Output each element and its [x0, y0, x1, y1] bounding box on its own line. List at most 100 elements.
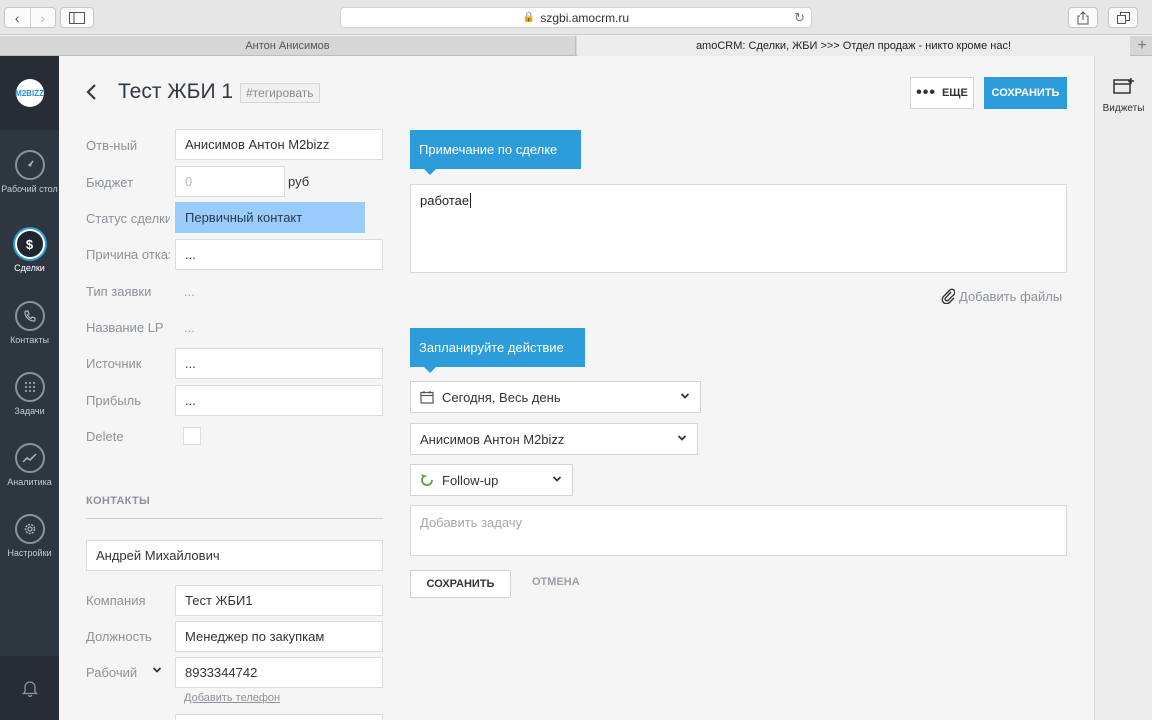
- sidebar-item-label: Аналитика: [7, 477, 52, 487]
- tag-button[interactable]: #тегировать: [240, 83, 320, 103]
- contact-name-field[interactable]: Андрей Михайлович: [86, 540, 383, 571]
- company-field[interactable]: Тест ЖБИ1: [175, 585, 383, 616]
- company-logo[interactable]: M2BIZZ: [15, 79, 44, 107]
- status-label: Статус сделки: [86, 211, 170, 226]
- assignee-select-value: Анисимов Антон M2bizz: [420, 431, 565, 447]
- logo-area: M2BIZZ: [0, 56, 59, 130]
- widgets-icon: [1112, 78, 1134, 94]
- sidebar-item-label: Задачи: [14, 406, 45, 416]
- position-field[interactable]: Менеджер по закупкам: [175, 621, 383, 652]
- dollar-icon: $: [14, 229, 45, 259]
- sidebar-item-tasks[interactable]: Задачи: [0, 372, 59, 416]
- bell-icon[interactable]: [21, 679, 38, 697]
- lp-name-label: Название LP: [86, 320, 164, 335]
- chevron-down-icon[interactable]: [152, 666, 162, 674]
- note-tab[interactable]: Примечание по сделке: [410, 130, 581, 175]
- next-field-partial[interactable]: [175, 714, 383, 720]
- sidebar-toggle-icon[interactable]: [60, 7, 94, 28]
- paperclip-icon: [941, 288, 955, 304]
- note-textarea[interactable]: работае: [410, 184, 1067, 273]
- sidebar-item-label: Контакты: [10, 335, 49, 345]
- widgets-panel[interactable]: Виджеты: [1094, 56, 1152, 720]
- plan-action-tab[interactable]: Запланируйте действие: [410, 328, 585, 373]
- gear-icon: [14, 514, 45, 544]
- forward-nav-icon[interactable]: ›: [29, 8, 56, 27]
- reload-icon[interactable]: ↻: [794, 10, 805, 26]
- source-label: Источник: [86, 356, 142, 371]
- add-files-label: Добавить файлы: [959, 288, 1063, 304]
- browser-tabbar: Антон Анисимов amoCRM: Сделки, ЖБИ >>> О…: [0, 36, 1152, 56]
- more-label: ЕЩЕ: [941, 87, 968, 99]
- responsible-label: Отв-ный: [86, 138, 138, 153]
- divider: [86, 518, 383, 519]
- phone-field[interactable]: 8933344742: [175, 657, 383, 688]
- phone-icon: [14, 301, 45, 331]
- company-label: Компания: [86, 593, 146, 608]
- cancel-button[interactable]: ОТМЕНА: [532, 576, 580, 588]
- browser-tab[interactable]: Антон Анисимов: [0, 36, 576, 56]
- task-type-select[interactable]: Follow-up: [410, 464, 573, 496]
- request-type-label: Тип заявки: [86, 284, 152, 299]
- position-label: Должность: [86, 629, 152, 644]
- more-button[interactable]: ••• ЕЩЕ: [910, 77, 974, 109]
- analytics-icon: [14, 443, 45, 473]
- chevron-down-icon: [680, 393, 690, 399]
- tabs-overview-icon[interactable]: [1108, 7, 1138, 28]
- dashboard-icon: [14, 150, 45, 180]
- budget-input[interactable]: 0: [175, 166, 285, 197]
- tab-label: amoCRM: Сделки, ЖБИ >>> Отдел продаж - н…: [695, 40, 1012, 52]
- browser-toolbar: ‹ › 🔒 szgbi.amocrm.ru ↻: [0, 0, 1152, 35]
- tab-label: Антон Анисимов: [245, 40, 330, 52]
- chevron-down-icon: [677, 435, 687, 441]
- source-field[interactable]: ...: [175, 348, 383, 379]
- request-type-field[interactable]: ...: [184, 284, 195, 299]
- profit-field[interactable]: ...: [175, 385, 383, 416]
- add-phone-link[interactable]: Добавить телефон: [184, 692, 280, 704]
- budget-label: Бюджет: [86, 175, 134, 190]
- sidebar-item-deals[interactable]: $ Сделки: [0, 229, 59, 273]
- phone-type-select[interactable]: Рабочий: [86, 665, 146, 680]
- sidebar-item-contacts[interactable]: Контакты: [0, 301, 59, 345]
- follow-up-icon: [421, 474, 433, 486]
- sidebar-item-label: Сделки: [14, 263, 45, 273]
- reject-reason-field[interactable]: ...: [175, 239, 383, 270]
- status-select[interactable]: Первичный контакт: [175, 202, 365, 233]
- sidebar-item-settings[interactable]: Настройки: [0, 514, 59, 558]
- calendar-icon: [420, 391, 434, 404]
- add-files-button[interactable]: Добавить файлы: [941, 288, 1062, 304]
- sidebar-item-label: Настройки: [7, 548, 52, 558]
- task-type-value: Follow-up: [442, 472, 499, 488]
- lp-name-field[interactable]: ...: [184, 320, 195, 335]
- widgets-label: Виджеты: [1102, 103, 1145, 114]
- notifications-area: [0, 656, 59, 720]
- back-nav-icon[interactable]: ‹: [5, 8, 30, 27]
- more-dots-icon: •••: [916, 84, 936, 101]
- calendar-icon: [14, 372, 45, 402]
- url-text: szgbi.amocrm.ru: [540, 10, 630, 25]
- delete-label: Delete: [86, 429, 124, 444]
- page-title[interactable]: Тест ЖБИ 1: [118, 80, 233, 104]
- sidebar-item-label: Рабочий стол: [1, 184, 58, 194]
- save-task-button[interactable]: СОХРАНИТЬ: [410, 570, 511, 598]
- left-sidebar: M2BIZZ Рабочий стол $ Сделки Контакты За…: [0, 56, 59, 720]
- profit-label: Прибыль: [86, 393, 141, 408]
- lock-icon: 🔒: [522, 12, 536, 23]
- back-arrow-icon[interactable]: [84, 82, 100, 102]
- sidebar-item-dashboard[interactable]: Рабочий стол: [0, 150, 59, 194]
- task-input[interactable]: Добавить задачу: [410, 505, 1067, 556]
- note-text: работае: [420, 193, 470, 208]
- history-buttons: ‹ ›: [4, 7, 56, 28]
- date-select[interactable]: Сегодня, Весь день: [410, 381, 701, 413]
- sidebar-item-analytics[interactable]: Аналитика: [0, 443, 59, 487]
- browser-tab-active[interactable]: amoCRM: Сделки, ЖБИ >>> Отдел продаж - н…: [577, 36, 1130, 56]
- date-select-value: Сегодня, Весь день: [442, 389, 561, 405]
- assignee-select[interactable]: Анисимов Антон M2bizz: [410, 423, 698, 455]
- delete-checkbox[interactable]: [183, 427, 201, 445]
- chevron-down-icon: [552, 476, 562, 482]
- new-tab-icon[interactable]: +: [1132, 36, 1152, 56]
- responsible-field[interactable]: Анисимов Антон M2bizz: [175, 129, 383, 160]
- address-bar[interactable]: 🔒 szgbi.amocrm.ru ↻: [340, 7, 812, 28]
- contacts-header: КОНТАКТЫ: [86, 495, 151, 507]
- share-icon[interactable]: [1068, 7, 1098, 28]
- save-button[interactable]: СОХРАНИТЬ: [984, 77, 1067, 109]
